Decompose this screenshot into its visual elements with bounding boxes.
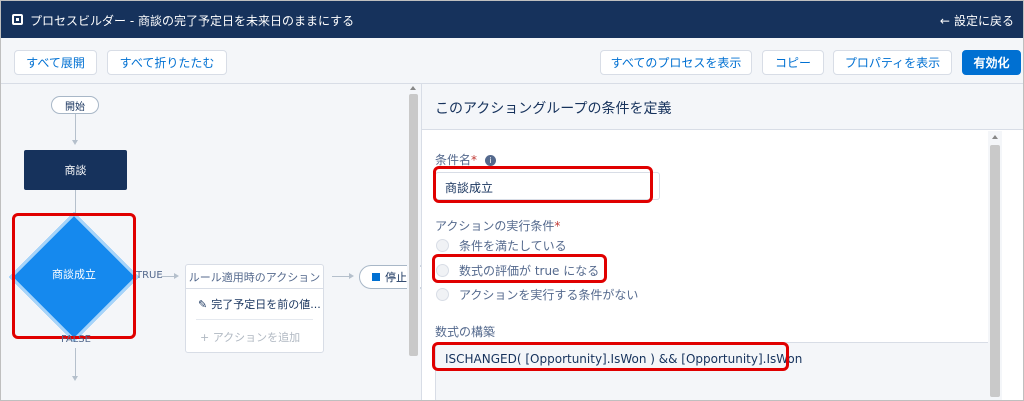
back-arrow-icon: ←: [939, 13, 950, 28]
process-builder-icon: [12, 14, 23, 25]
divider: [196, 319, 313, 320]
object-node[interactable]: 商談: [24, 150, 127, 190]
criteria-panel: このアクショングループの条件を定義 条件名* i 商談成立 アクションの実行条件…: [421, 84, 1023, 400]
highlight-box-formula: [432, 342, 789, 371]
highlight-box-criteria-name: [433, 166, 653, 203]
pencil-icon: ✎: [198, 297, 208, 311]
connector-line: [75, 114, 76, 142]
activate-button[interactable]: 有効化: [962, 50, 1021, 75]
formula-label: 数式の構築: [435, 325, 496, 339]
radio-label: 条件を満たしている: [459, 239, 567, 253]
radio-option-conditions-met[interactable]: 条件を満たしている: [436, 237, 567, 254]
expand-all-button[interactable]: すべて展開: [14, 50, 97, 75]
canvas-scrollbar[interactable]: [407, 84, 420, 400]
back-to-setup-link[interactable]: ← 設定に戻る: [940, 12, 1014, 29]
collapse-all-button[interactable]: すべて折りたたむ: [107, 50, 227, 75]
copy-button[interactable]: コピー: [762, 50, 824, 75]
action-group-title: ルール適用時のアクション: [186, 265, 323, 289]
action-item[interactable]: ✎ 完了予定日を前の値...: [198, 296, 321, 312]
page-title: プロセスビルダー - 商談の完了予定日を未来日のままにする: [30, 14, 355, 28]
connector-arrow: [174, 273, 179, 279]
start-node: 開始: [51, 96, 99, 114]
title-bar: プロセスビルダー - 商談の完了予定日を未来日のままにする ← 設定に戻る: [1, 1, 1023, 38]
connector-line: [332, 276, 350, 277]
radio-button[interactable]: [436, 239, 449, 252]
scroll-up-icon[interactable]: [410, 86, 416, 90]
connector-line: [161, 276, 175, 277]
add-action-link[interactable]: + アクションを追加: [200, 329, 300, 345]
radio-button[interactable]: [436, 288, 449, 301]
connector-arrow: [72, 376, 78, 381]
execute-condition-label: アクションの実行条件: [435, 219, 555, 233]
required-marker: *: [471, 153, 478, 167]
back-label: 設定に戻る: [953, 14, 1014, 28]
panel-scrollbar[interactable]: [988, 131, 1002, 400]
connector-arrow: [349, 273, 354, 279]
execute-condition-label-row: アクションの実行条件*: [435, 217, 560, 234]
scrollbar-thumb[interactable]: [409, 94, 418, 356]
view-all-processes-button[interactable]: すべてのプロセスを表示: [600, 50, 752, 75]
process-canvas: 開始 商談 商談成立 TRUE ルール適用時のアクション ✎ 完了予定日を前の値…: [1, 84, 421, 400]
panel-header: このアクショングループの条件を定義: [422, 84, 1023, 130]
stop-label: 停止: [385, 271, 407, 284]
action-group: ルール適用時のアクション ✎ 完了予定日を前の値... + アクションを追加: [185, 264, 324, 353]
action-item-label: 完了予定日を前の値...: [211, 298, 321, 311]
info-icon[interactable]: i: [484, 155, 496, 166]
criteria-name-label: 条件名: [435, 153, 472, 167]
highlight-box-criteria: [12, 213, 136, 339]
scroll-up-icon[interactable]: [992, 135, 998, 139]
connector-line: [75, 348, 76, 378]
scrollbar-thumb[interactable]: [990, 145, 1000, 397]
required-marker: *: [554, 219, 561, 233]
view-properties-button[interactable]: プロパティを表示: [833, 50, 952, 75]
radio-option-no-criteria[interactable]: アクションを実行する条件がない: [436, 286, 638, 303]
process-builder-window: プロセスビルダー - 商談の完了予定日を未来日のままにする ← 設定に戻る すべ…: [0, 0, 1024, 401]
stop-square-icon: [372, 273, 380, 281]
true-label: TRUE: [136, 270, 163, 281]
highlight-box-formula-option: [432, 254, 607, 283]
false-label: FALSE: [61, 334, 91, 345]
radio-label: アクションを実行する条件がない: [459, 288, 639, 302]
connector-arrow: [72, 140, 78, 145]
toolbar: すべて展開 すべて折りたたむ すべてのプロセスを表示 コピー プロパティを表示 …: [1, 38, 1023, 84]
